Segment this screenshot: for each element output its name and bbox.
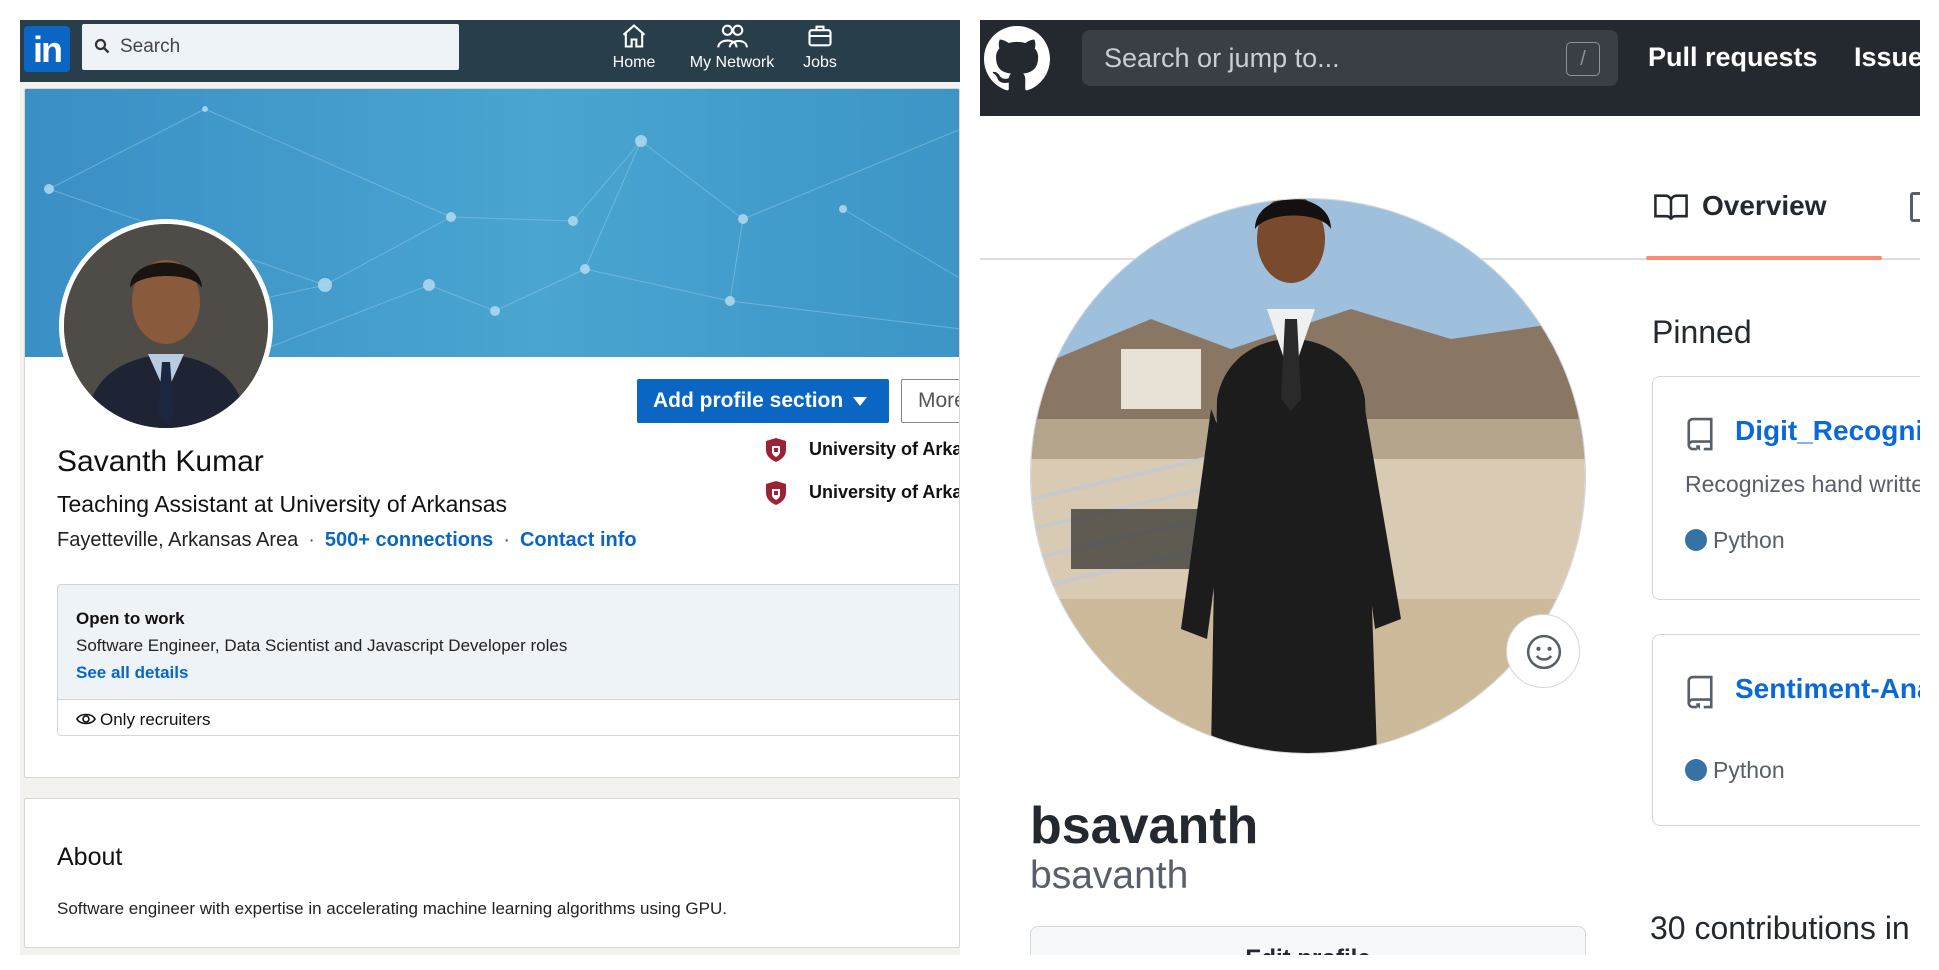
github-display-name: bsavanth: [1030, 797, 1259, 855]
profile-headline: Teaching Assistant at University of Arka…: [57, 491, 507, 517]
nav-home[interactable]: Home: [600, 22, 668, 80]
home-icon: [622, 24, 646, 48]
github-logo-icon[interactable]: [984, 26, 1050, 92]
jobs-icon: [808, 25, 832, 47]
pinned-repo-name[interactable]: Sentiment-Analysis: [1735, 673, 1920, 705]
repo-icon: [1687, 675, 1713, 709]
eye-icon: [76, 713, 96, 725]
avatar-photo: [1031, 199, 1585, 753]
pinned-repo-description: Recognizes hand written digits: [1685, 471, 1920, 497]
separator: ·: [503, 529, 510, 551]
tab-overview-label: Overview: [1702, 190, 1827, 221]
contributions-heading: 30 contributions in: [1650, 910, 1910, 946]
language-name: Python: [1713, 527, 1785, 553]
open-to-work-title: Open to work: [76, 609, 185, 628]
my-network-icon: [717, 24, 748, 48]
nav-jobs[interactable]: Jobs: [790, 22, 850, 80]
avatar-photo: [64, 224, 268, 428]
language-name: Python: [1713, 757, 1785, 783]
edit-profile-button[interactable]: Edit profile: [1030, 926, 1586, 955]
more-button[interactable]: More: [901, 379, 959, 423]
repo-icon: [1687, 417, 1713, 451]
github-search-input[interactable]: [1104, 40, 1544, 76]
pinned-repo-language: Python: [1685, 527, 1785, 554]
language-color-dot: [1685, 759, 1707, 781]
linkedin-logo[interactable]: in: [24, 26, 70, 72]
about-card: About Software engineer with expertise i…: [24, 798, 960, 948]
visibility-label: Only recruiters: [100, 710, 211, 729]
about-text: Software engineer with expertise in acce…: [57, 899, 727, 918]
book-icon: [1654, 194, 1688, 220]
nav-my-network[interactable]: My Network: [684, 22, 780, 80]
github-username: bsavanth: [1030, 854, 1189, 897]
linkedin-profile-card: Add profile section More Savanth Kumar T…: [24, 88, 960, 778]
pinned-repo-card[interactable]: Digit_Recognition Recognizes hand writte…: [1652, 376, 1920, 600]
separator: ·: [308, 529, 315, 551]
search-icon: [94, 38, 110, 54]
smiley-icon: [1526, 634, 1562, 670]
nav-pull-requests[interactable]: Pull requests: [1648, 42, 1818, 73]
pinned-repo-language: Python: [1685, 757, 1785, 784]
add-profile-section-label: Add profile section: [653, 389, 844, 412]
language-color-dot: [1685, 529, 1707, 551]
set-status-button[interactable]: [1506, 614, 1580, 688]
linkedin-panel: in Home My Network Jobs: [20, 20, 960, 955]
screenshot-composite: in Home My Network Jobs: [0, 0, 1939, 970]
education-name: University of Arkansas: [809, 482, 960, 502]
education-name: University of Arkansas: [809, 439, 960, 459]
open-to-work-box: Open to work Software Engineer, Data Sci…: [57, 584, 959, 736]
search-shortcut-key: /: [1566, 42, 1600, 76]
github-panel: / Pull requests Issues Overview: [980, 20, 1920, 955]
nav-jobs-label: Jobs: [803, 54, 837, 71]
school-shield-icon: [766, 481, 786, 505]
see-all-details-link[interactable]: See all details: [76, 663, 188, 683]
nav-my-network-label: My Network: [689, 54, 775, 71]
visibility-row: Only recruiters: [58, 699, 959, 735]
github-search[interactable]: /: [1082, 30, 1618, 86]
add-profile-section-button[interactable]: Add profile section: [637, 379, 889, 423]
school-shield-icon: [766, 438, 786, 462]
repositories-tab-icon[interactable]: [1910, 192, 1920, 222]
github-avatar[interactable]: [1030, 198, 1586, 754]
tab-active-underline: [1646, 256, 1882, 260]
pinned-repo-name[interactable]: Digit_Recognition: [1735, 415, 1920, 447]
nav-home-label: Home: [612, 54, 656, 71]
open-to-work-roles: Software Engineer, Data Scientist and Ja…: [76, 636, 568, 655]
connections-link[interactable]: 500+ connections: [325, 529, 493, 551]
linkedin-navbar: in Home My Network Jobs: [20, 20, 960, 82]
nav-issues[interactable]: Issues: [1854, 42, 1920, 73]
linkedin-search-input[interactable]: [120, 32, 440, 62]
caret-down-icon: [853, 396, 868, 406]
pinned-repo-card[interactable]: Sentiment-Analysis Python: [1652, 634, 1920, 826]
github-navbar: / Pull requests Issues: [980, 20, 1920, 116]
linkedin-search[interactable]: [82, 24, 459, 70]
about-title: About: [57, 843, 123, 871]
linkedin-avatar[interactable]: [59, 219, 273, 433]
contact-info-link[interactable]: Contact info: [520, 529, 637, 551]
profile-location: Fayetteville, Arkansas Area: [57, 529, 299, 551]
pinned-title: Pinned: [1652, 314, 1752, 350]
profile-location-line: Fayetteville, Arkansas Area · 500+ connect…: [57, 529, 637, 552]
profile-name: Savanth Kumar: [57, 445, 264, 478]
